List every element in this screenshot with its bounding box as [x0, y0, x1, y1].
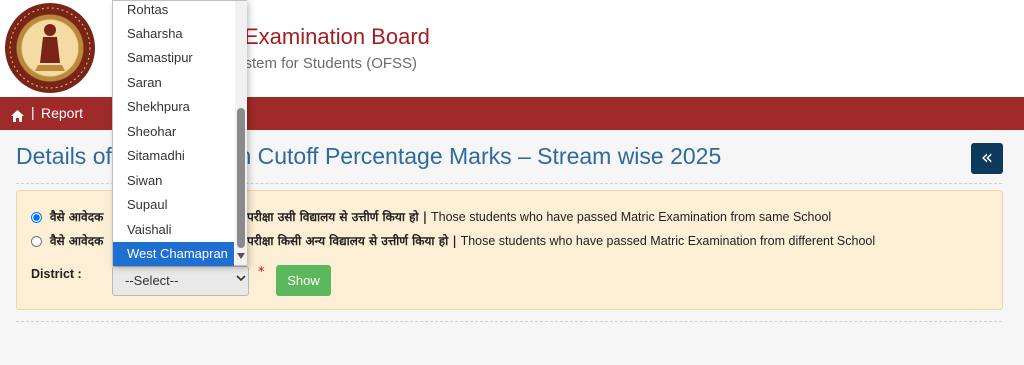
option-same-school: वैसे आवेदक: [31, 208, 103, 225]
dropdown-option-sitamadhi[interactable]: Sitamadhi: [113, 144, 234, 168]
divider-bottom: [16, 321, 1002, 322]
breadcrumb-separator: |: [31, 104, 35, 120]
dropdown-option-west-chamapran[interactable]: West Chamapran: [113, 242, 234, 266]
board-logo: [5, 3, 95, 93]
option-different-school: वैसे आवेदक: [31, 232, 103, 249]
home-icon[interactable]: [11, 107, 24, 126]
breadcrumb-report[interactable]: Report: [41, 105, 83, 121]
page-title-start: Details of: [16, 143, 112, 169]
dropdown-option-shekhpura[interactable]: Shekhpura: [113, 95, 234, 119]
board-subtitle: ystem for Students (OFSS): [237, 55, 418, 72]
district-select[interactable]: --Select--: [112, 266, 249, 296]
board-title: Examination Board: [244, 24, 430, 49]
dropdown-option-siwan[interactable]: Siwan: [113, 169, 234, 193]
option2-text: परीक्षा किसी अन्य विद्यालय से उत्तीर्ण क…: [247, 232, 875, 249]
page-title-end: on Cutoff Percentage Marks – Stream wise…: [225, 143, 722, 169]
option1-hindi-left: वैसे आवेदक: [49, 210, 104, 224]
dropdown-option-rohtas[interactable]: Rohtas: [113, 0, 234, 22]
scroll-down-arrow-icon[interactable]: [236, 252, 246, 263]
option2-english: Those students who have passed Matric Ex…: [460, 234, 876, 248]
district-dropdown-list[interactable]: Rohtas Saharsha Samastipur Saran Shekhpu…: [112, 0, 247, 266]
option1-english: Those students who have passed Matric Ex…: [430, 210, 832, 224]
dropdown-option-samastipur[interactable]: Samastipur: [113, 46, 234, 70]
dropdown-option-supaul[interactable]: Supaul: [113, 193, 234, 217]
chevron-down-icon: [236, 274, 246, 285]
radio-same-school[interactable]: [31, 212, 42, 223]
dropdown-option-saharsha[interactable]: Saharsha: [113, 22, 234, 46]
back-button[interactable]: «: [971, 143, 1003, 174]
option1-hindi-right: परीक्षा उसी विद्यालय से उत्तीर्ण किया हो…: [247, 210, 428, 224]
radio-different-school[interactable]: [31, 236, 42, 247]
option2-hindi-right: परीक्षा किसी अन्य विद्यालय से उत्तीर्ण क…: [247, 234, 457, 248]
dropdown-option-vaishali[interactable]: Vaishali: [113, 218, 234, 242]
dropdown-scrollbar-thumb[interactable]: [237, 108, 245, 248]
required-mark: *: [258, 265, 265, 280]
district-label: District :: [31, 267, 82, 281]
double-chevron-left-icon: «: [980, 145, 994, 169]
dropdown-option-sheohar[interactable]: Sheohar: [113, 120, 234, 144]
option1-text: परीक्षा उसी विद्यालय से उत्तीर्ण किया हो…: [247, 208, 831, 225]
dropdown-option-saran[interactable]: Saran: [113, 71, 234, 95]
district-selected-value: --Select--: [125, 273, 179, 288]
show-button[interactable]: Show: [276, 265, 331, 296]
option2-hindi-left: वैसे आवेदक: [49, 234, 104, 248]
